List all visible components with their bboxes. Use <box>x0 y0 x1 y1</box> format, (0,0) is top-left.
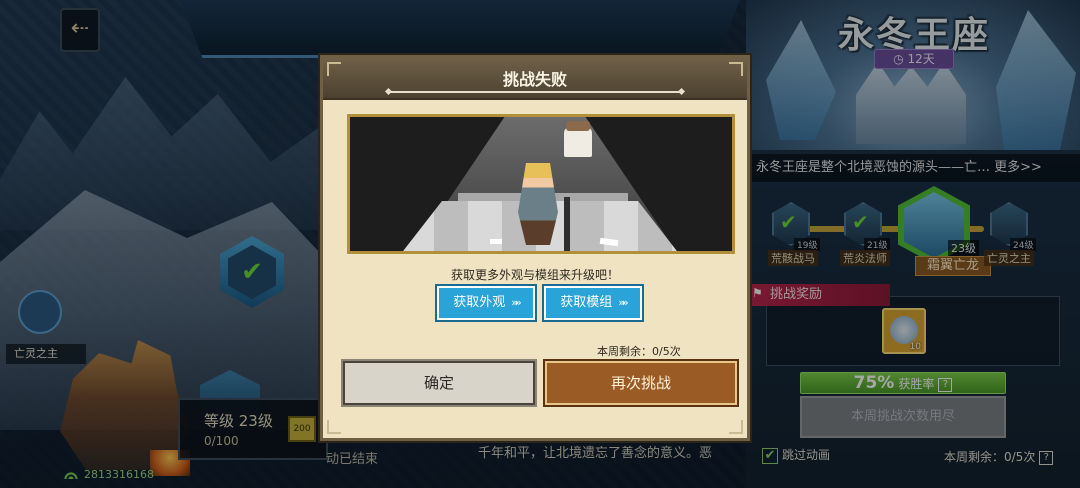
title-divider <box>389 91 681 93</box>
double-chevron-right-icon: »» <box>618 296 629 309</box>
confirm-button[interactable]: 确定 <box>341 359 537 407</box>
game-screen: ⇠ ✔ 亡灵之主 等级 23级 0/100 200 动已结束 千年和平，让北境遗… <box>0 0 1080 488</box>
dialog-header: 挑战失败 <box>323 58 747 100</box>
corner-ornament <box>729 420 743 434</box>
corner-ornament <box>729 62 743 76</box>
challenge-failed-dialog: 挑战失败 获取更多外观与模组来升级吧！ 获取外观 »» 获取模组 »» 本周剩余：0… <box>320 55 750 441</box>
corner-ornament <box>327 420 341 434</box>
dialog-title: 挑战失败 <box>502 70 567 89</box>
double-chevron-right-icon: »» <box>511 296 522 309</box>
sword-icon <box>564 197 570 251</box>
ghost-companion-icon <box>564 121 592 157</box>
weekly-remaining-text: 本周剩余：0/5次 <box>597 345 681 358</box>
corner-ornament <box>327 62 341 76</box>
defeat-scene-image <box>347 114 735 254</box>
get-module-button[interactable]: 获取模组 »» <box>542 284 644 322</box>
get-appearance-button[interactable]: 获取外观 »» <box>435 284 537 322</box>
knight-character-icon <box>518 163 558 245</box>
paper-scrap <box>490 239 502 244</box>
get-appearance-label: 获取外观 <box>453 295 506 310</box>
retry-challenge-button[interactable]: 再次挑战 <box>543 359 739 407</box>
upgrade-hint: 获取更多外观与模组来升级吧！ <box>450 268 619 282</box>
get-module-label: 获取模组 <box>560 295 613 310</box>
